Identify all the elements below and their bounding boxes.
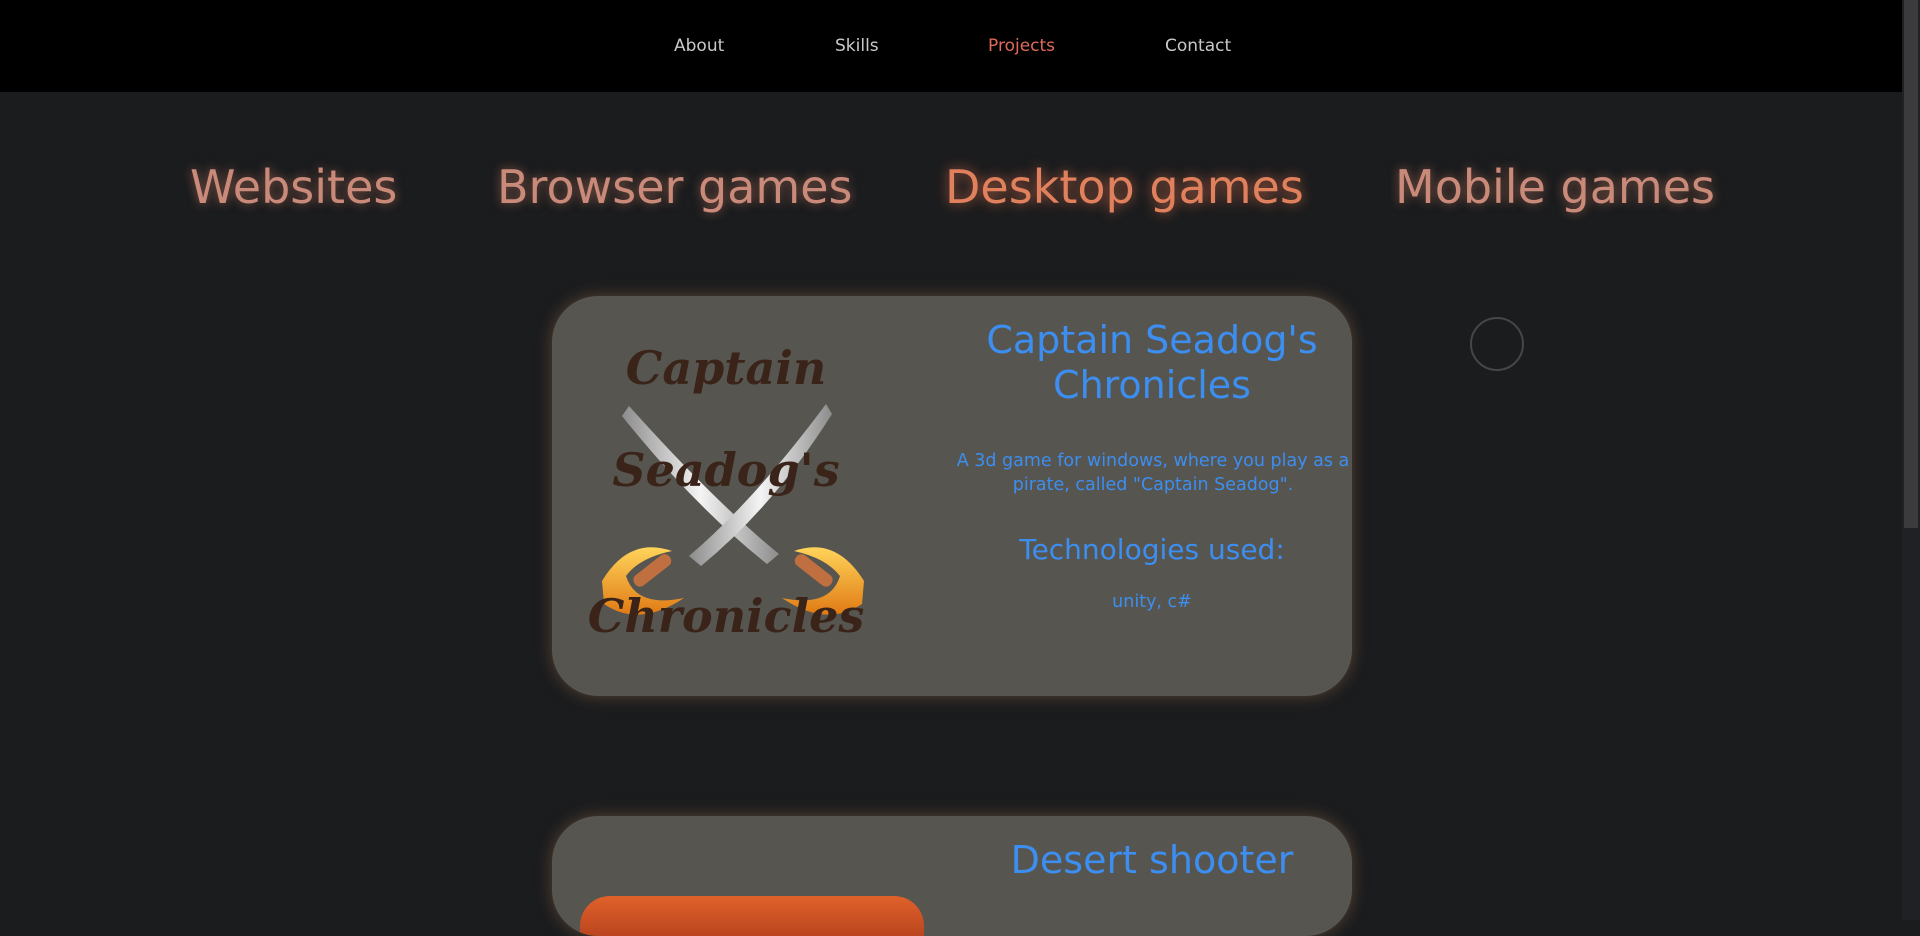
- category-tab-browser-games[interactable]: Browser games: [497, 160, 853, 214]
- captain-seadog-logo: Captain Seadog's Chronicles: [588, 341, 865, 643]
- project-title: Captain Seadog's Chronicles: [986, 318, 1318, 407]
- category-tab-desktop-games[interactable]: Desktop games: [945, 160, 1304, 214]
- project-card-captain-seadog: Captain Seadog's Chronicles Captain Sead…: [552, 296, 1352, 696]
- nav-link-about[interactable]: About: [674, 36, 724, 56]
- desert-shooter-logo: [580, 896, 924, 936]
- scrollbar-thumb[interactable]: [1904, 0, 1918, 528]
- logo-word-captain: Captain: [626, 341, 827, 395]
- scroll-indicator-button[interactable]: [1470, 317, 1524, 371]
- project-description: A 3d game for windows, where you play as…: [956, 451, 1350, 495]
- nav-link-projects[interactable]: Projects: [988, 36, 1055, 56]
- project-card-desert-shooter: Desert shooter: [552, 816, 1352, 936]
- category-tab-websites[interactable]: Websites: [190, 160, 397, 214]
- nav-link-contact[interactable]: Contact: [1165, 36, 1231, 56]
- project-title: Desert shooter: [1010, 838, 1294, 882]
- logo-word-chronicles: Chronicles: [588, 589, 865, 643]
- category-tab-mobile-games[interactable]: Mobile games: [1395, 160, 1715, 214]
- top-navigation: About Skills Projects Contact: [0, 0, 1902, 92]
- technologies-list: unity, c#: [1112, 592, 1192, 612]
- technologies-heading: Technologies used:: [1019, 533, 1285, 566]
- logo-word-seadogs: Seadog's: [612, 443, 839, 497]
- nav-link-skills[interactable]: Skills: [835, 36, 879, 56]
